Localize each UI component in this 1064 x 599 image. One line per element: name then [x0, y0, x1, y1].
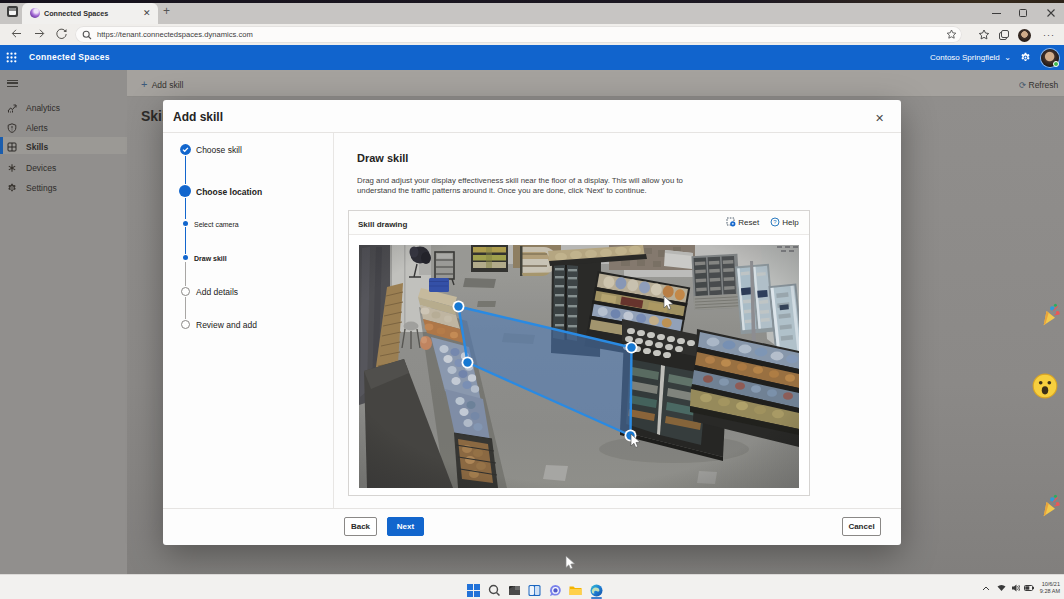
svg-text:?: ?: [773, 219, 777, 225]
